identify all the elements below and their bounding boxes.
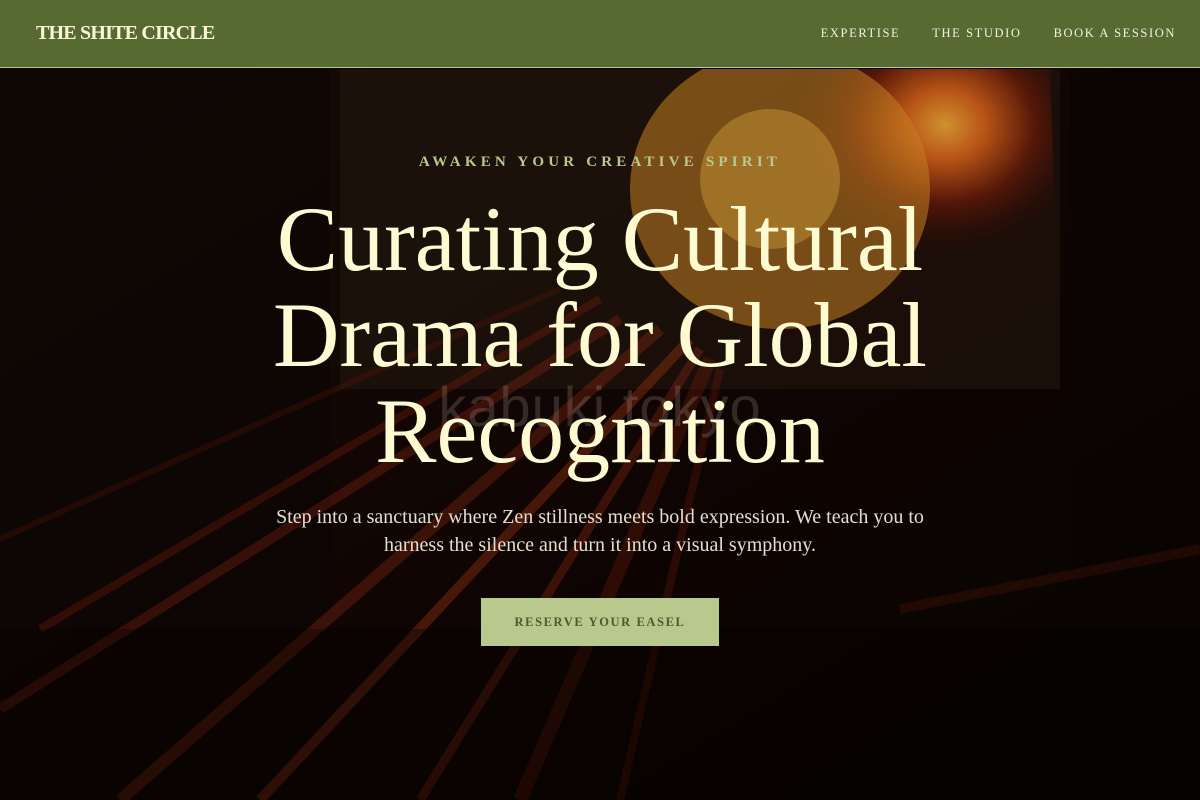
brand-logo[interactable]: THE SHITE CIRCLE — [36, 22, 215, 45]
hero-headline: Curating Cultural Drama for Global Recog… — [273, 188, 927, 482]
nav-link-expertise[interactable]: EXPERTISE — [821, 26, 901, 41]
nav-link-book-a-session[interactable]: BOOK A SESSION — [1054, 26, 1176, 41]
hero-section: kabuki tokyo AWAKEN YOUR CREATIVE SPIRIT… — [0, 69, 1200, 800]
reserve-easel-button[interactable]: RESERVE YOUR EASEL — [481, 598, 719, 646]
nav-links: EXPERTISE THE STUDIO BOOK A SESSION — [789, 26, 1176, 41]
hero-eyebrow: AWAKEN YOUR CREATIVE SPIRIT — [418, 154, 782, 170]
top-nav: THE SHITE CIRCLE EXPERTISE THE STUDIO BO… — [0, 0, 1200, 68]
hero-subtext: Step into a sanctuary where Zen stillnes… — [276, 506, 924, 556]
nav-link-the-studio[interactable]: THE STUDIO — [932, 26, 1021, 41]
